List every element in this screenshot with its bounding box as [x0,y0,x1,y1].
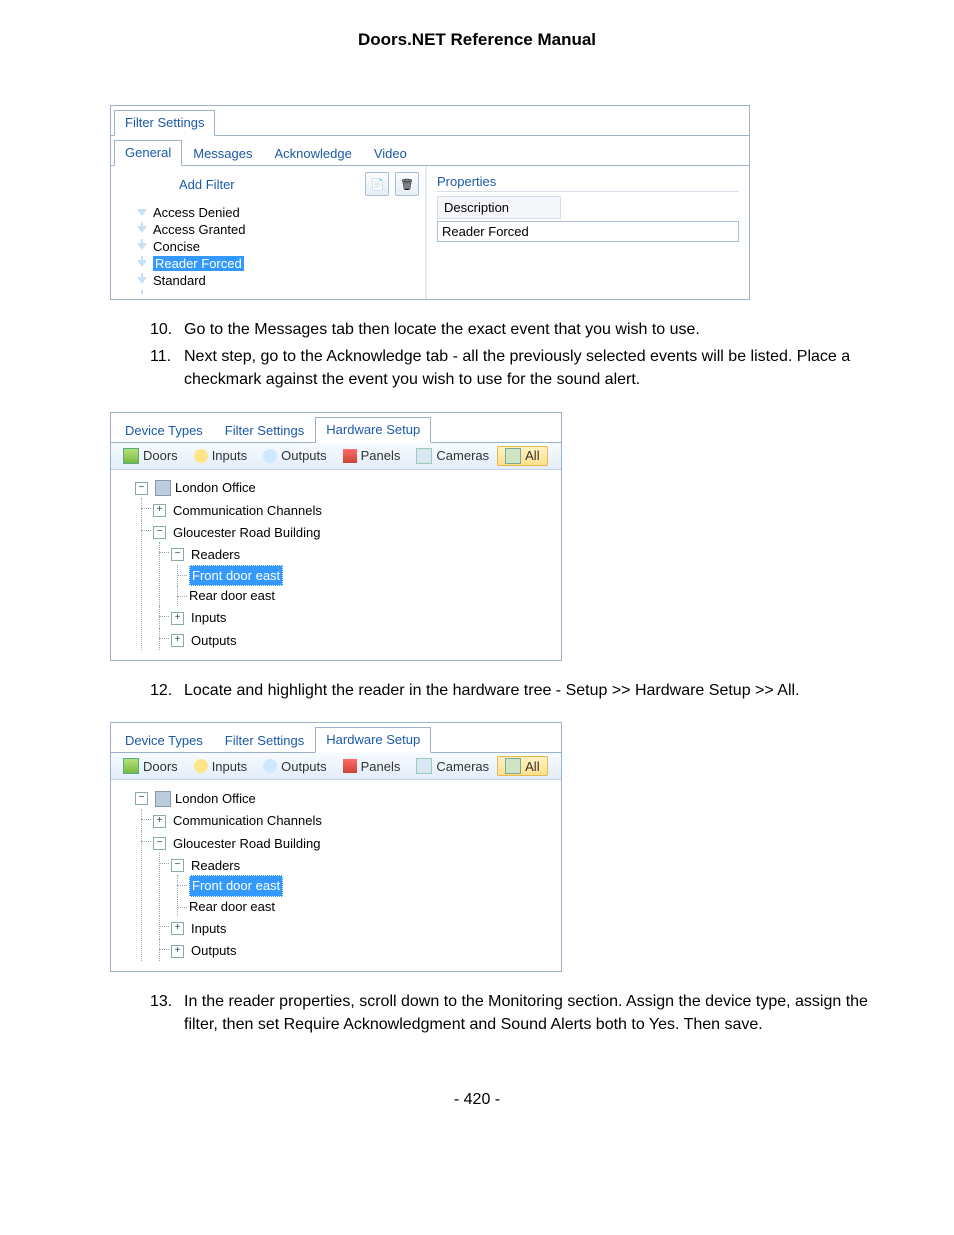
inner-tabstrip: GeneralMessagesAcknowledgeVideo [111,136,749,166]
ico-all-icon [505,448,521,464]
filter-item[interactable]: Standard [135,272,419,289]
expand-icon[interactable]: + [171,945,184,958]
expand-icon[interactable]: + [171,634,184,647]
step-item: 10.Go to the Messages tab then locate th… [150,318,894,341]
tree-node[interactable]: −Readers [171,856,240,876]
ico-panel-icon [343,759,357,773]
expand-icon[interactable]: + [171,612,184,625]
tree-node[interactable]: Rear door east [189,586,275,606]
tree-node[interactable]: −Gloucester Road Building [153,834,320,854]
funnel-icon [137,226,147,233]
tree-node[interactable]: +Outputs [171,941,237,961]
toolbar-inputs[interactable]: Inputs [186,756,255,776]
tab-messages[interactable]: Messages [182,141,263,166]
step-list-b: 12.Locate and highlight the reader in th… [60,679,894,702]
add-filter-label: Add Filter [179,177,235,192]
filter-settings-panel: Filter Settings GeneralMessagesAcknowled… [110,105,750,300]
expand-icon[interactable]: + [153,504,166,517]
page-number: - 420 - [60,1091,894,1109]
server-icon [155,791,171,807]
ico-door-icon [123,448,139,464]
tree-node[interactable]: +Outputs [171,631,237,651]
funnel-icon [137,243,147,250]
new-filter-button[interactable]: 📄 [365,172,389,196]
ico-all-icon [505,758,521,774]
tree-node[interactable]: −Readers [171,545,240,565]
tab-acknowledge[interactable]: Acknowledge [264,141,363,166]
ico-door-icon [123,758,139,774]
ico-output-icon [263,449,277,463]
tree-node[interactable]: Front door east [189,875,283,897]
toolbar-outputs[interactable]: Outputs [255,446,335,466]
tree-node[interactable]: +Inputs [171,919,226,939]
hardware-panel-2: Device TypesFilter SettingsHardware Setu… [110,722,562,972]
ico-input-icon [194,759,208,773]
funnel-icon [137,260,147,267]
toolbar-doors[interactable]: Doors [115,446,186,466]
tab-device-types[interactable]: Device Types [114,728,214,753]
tree-root[interactable]: −London Office [135,478,256,498]
expand-icon[interactable]: − [171,859,184,872]
desc-label: Description [437,196,561,219]
expand-icon[interactable]: − [135,482,148,495]
tree-node[interactable]: +Communication Channels [153,811,322,831]
server-icon [155,480,171,496]
desc-input[interactable] [437,221,739,242]
ico-output-icon [263,759,277,773]
tree-node[interactable]: +Inputs [171,608,226,628]
tree-node[interactable]: Front door east [189,565,283,587]
toolbar-panels[interactable]: Panels [335,446,409,466]
toolbar-all[interactable]: All [497,446,547,466]
step-item: 11.Next step, go to the Acknowledge tab … [150,345,894,391]
toolbar-panels[interactable]: Panels [335,756,409,776]
filter-item[interactable]: Access Granted [135,221,419,238]
expand-icon[interactable]: − [153,837,166,850]
filter-item[interactable]: Reader Forced [135,255,419,272]
expand-icon[interactable]: − [135,792,148,805]
toolbar-doors[interactable]: Doors [115,756,186,776]
step-list-c: 13.In the reader properties, scroll down… [60,990,894,1036]
tree-node[interactable]: +Communication Channels [153,501,322,521]
delete-filter-button[interactable]: 🗑 [395,172,419,196]
ico-cam-icon [416,448,432,464]
expand-icon[interactable]: + [153,815,166,828]
toolbar-cameras[interactable]: Cameras [408,756,497,776]
toolbar-cameras[interactable]: Cameras [408,446,497,466]
tab-filter-settings[interactable]: Filter Settings [214,418,315,443]
tab-filter-settings[interactable]: Filter Settings [214,728,315,753]
step-item: 13.In the reader properties, scroll down… [150,990,894,1036]
tab-device-types[interactable]: Device Types [114,418,214,443]
tree-node[interactable]: −Gloucester Road Building [153,523,320,543]
tab-hardware-setup[interactable]: Hardware Setup [315,727,431,753]
toolbar-outputs[interactable]: Outputs [255,756,335,776]
expand-icon[interactable]: − [153,526,166,539]
tab-hardware-setup[interactable]: Hardware Setup [315,417,431,443]
tree-node[interactable]: Rear door east [189,897,275,917]
funnel-icon [137,277,147,284]
expand-icon[interactable]: + [171,922,184,935]
page-title: Doors.NET Reference Manual [60,30,894,50]
tree-root[interactable]: −London Office [135,789,256,809]
tab-general[interactable]: General [114,140,182,166]
properties-header: Properties [437,174,739,192]
filter-item[interactable]: Concise [135,238,419,255]
expand-icon[interactable]: − [171,548,184,561]
ico-panel-icon [343,449,357,463]
toolbar-all[interactable]: All [497,756,547,776]
filter-list: Access DeniedAccess GrantedConciseReader… [135,204,419,289]
funnel-icon [137,209,147,216]
window-tabstrip: Filter Settings [111,106,749,136]
ico-cam-icon [416,758,432,774]
step-item: 12.Locate and highlight the reader in th… [150,679,894,702]
toolbar-inputs[interactable]: Inputs [186,446,255,466]
tab-video[interactable]: Video [363,141,418,166]
ico-input-icon [194,449,208,463]
hardware-panel-1: Device TypesFilter SettingsHardware Setu… [110,412,562,662]
filter-item[interactable]: Access Denied [135,204,419,221]
step-list-a: 10.Go to the Messages tab then locate th… [60,318,894,392]
tab-filter-settings[interactable]: Filter Settings [114,110,215,136]
